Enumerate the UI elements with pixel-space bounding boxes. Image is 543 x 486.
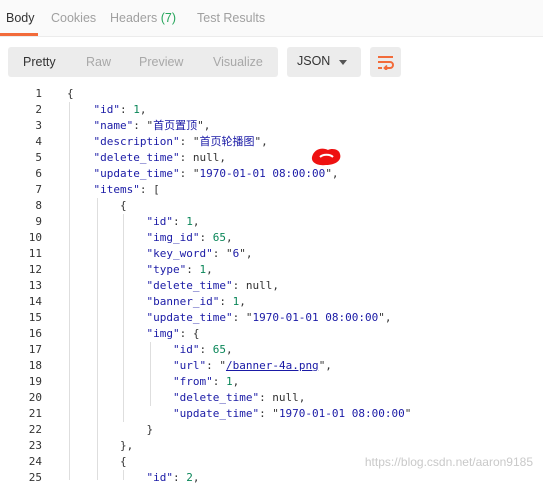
line-number: 22	[28, 423, 42, 436]
line-number: 6	[35, 167, 42, 180]
code-text: "key_word": "6",	[146, 247, 253, 260]
line-number: 14	[28, 295, 42, 308]
line-number: 2	[35, 103, 42, 116]
response-tabs: Body Cookies Headers (7) Test Results	[0, 0, 543, 36]
line-number: 11	[28, 247, 42, 260]
pretty-button[interactable]: Pretty	[23, 47, 56, 77]
line-number: 10	[28, 231, 42, 244]
code-line: 5 "delete_time": null,	[0, 150, 543, 166]
code-text: "from": 1,	[172, 375, 240, 388]
code-line: 8 {	[0, 198, 543, 214]
line-number: 23	[28, 439, 42, 452]
tab-headers-label: Headers	[110, 11, 158, 25]
view-mode-group: Pretty Raw Preview Visualize	[8, 47, 278, 77]
code-text: "id": 1,	[146, 215, 200, 228]
code-line: 15 "update_time": "1970-01-01 08:00:00",	[0, 310, 543, 326]
code-text: "name": "首页置顶",	[93, 119, 211, 132]
tab-test-results[interactable]: Test Results	[197, 11, 265, 25]
code-text: {	[67, 87, 74, 100]
code-text: "items": [	[93, 183, 160, 196]
line-number: 18	[28, 359, 42, 372]
line-number: 15	[28, 311, 42, 324]
line-number: 16	[28, 327, 42, 340]
code-text: {	[67, 455, 127, 468]
wrap-lines-button[interactable]	[370, 47, 401, 77]
line-number: 7	[35, 183, 42, 196]
code-line: 11 "key_word": "6",	[0, 246, 543, 262]
headers-count-badge: (7)	[160, 11, 177, 25]
code-text: "url": "/banner-4a.png",	[172, 359, 332, 372]
line-number: 12	[28, 263, 42, 276]
chevron-down-icon	[339, 60, 347, 65]
code-line: 18 "url": "/banner-4a.png",	[0, 358, 543, 374]
line-number: 21	[28, 407, 42, 420]
line-number: 17	[28, 343, 42, 356]
line-number: 9	[35, 215, 42, 228]
code-line: 1{	[0, 86, 543, 102]
line-number: 24	[28, 455, 42, 468]
code-line: 22 }	[0, 422, 543, 438]
tab-headers[interactable]: Headers (7)	[110, 11, 176, 25]
code-line: 25 "id": 2,	[0, 470, 543, 486]
code-line: 7 "items": [	[0, 182, 543, 198]
line-number: 1	[35, 87, 42, 100]
code-line: 4 "description": "首页轮播图",	[0, 134, 543, 150]
line-number: 25	[28, 471, 42, 484]
line-number: 19	[28, 375, 42, 388]
code-text: }	[67, 423, 154, 436]
watermark: https://blog.csdn.net/aaron9185	[364, 455, 533, 469]
code-text: "banner_id": 1,	[146, 295, 246, 308]
code-line: 16 "img": {	[0, 326, 543, 342]
response-toolbar: Pretty Raw Preview Visualize JSON	[0, 37, 543, 79]
code-text: "update_time": "1970-01-01 08:00:00",	[93, 167, 339, 180]
line-number: 13	[28, 279, 42, 292]
tab-body[interactable]: Body	[6, 11, 35, 25]
code-line: 3 "name": "首页置顶",	[0, 118, 543, 134]
code-line: 9 "id": 1,	[0, 214, 543, 230]
line-number: 20	[28, 391, 42, 404]
code-line: 6 "update_time": "1970-01-01 08:00:00",	[0, 166, 543, 182]
line-number: 3	[35, 119, 42, 132]
code-line: 14 "banner_id": 1,	[0, 294, 543, 310]
code-line: 13 "delete_time": null,	[0, 278, 543, 294]
code-text: "type": 1,	[146, 263, 213, 276]
response-body-viewer[interactable]: 1{2 "id": 1, 3 "name": "首页置顶", 4 "descript…	[0, 86, 543, 484]
code-text: "id": 65,	[172, 343, 233, 356]
code-text: "delete_time": null,	[93, 151, 226, 164]
code-line: 2 "id": 1,	[0, 102, 543, 118]
code-text: "img": {	[146, 327, 200, 340]
code-text: "update_time": "1970-01-01 08:00:00"	[172, 407, 412, 420]
code-line: 10 "img_id": 65,	[0, 230, 543, 246]
line-number: 4	[35, 135, 42, 148]
visualize-button[interactable]: Visualize	[213, 47, 263, 77]
code-line: 21 "update_time": "1970-01-01 08:00:00"	[0, 406, 543, 422]
code-text: "delete_time": null,	[146, 279, 279, 292]
red-annotation-mark	[311, 148, 341, 166]
code-line: 23 },	[0, 438, 543, 454]
format-select-value: JSON	[297, 54, 331, 68]
code-text: "img_id": 65,	[146, 231, 233, 244]
code-line: 12 "type": 1,	[0, 262, 543, 278]
raw-button[interactable]: Raw	[86, 47, 111, 77]
code-text: "id": 1,	[93, 103, 147, 116]
line-number: 5	[35, 151, 42, 164]
code-text: "description": "首页轮播图",	[93, 135, 268, 148]
code-text: "delete_time": null,	[172, 391, 306, 404]
code-line: 19 "from": 1,	[0, 374, 543, 390]
preview-button[interactable]: Preview	[139, 47, 183, 77]
wrap-lines-icon	[378, 56, 394, 70]
code-text: {	[67, 199, 127, 212]
code-text: },	[67, 439, 134, 452]
code-text: "update_time": "1970-01-01 08:00:00",	[146, 311, 392, 324]
tab-cookies[interactable]: Cookies	[51, 11, 96, 25]
code-line: 17 "id": 65,	[0, 342, 543, 358]
code-line: 20 "delete_time": null,	[0, 390, 543, 406]
format-select[interactable]: JSON	[287, 47, 361, 77]
line-number: 8	[35, 199, 42, 212]
code-text: "id": 2,	[146, 471, 200, 484]
